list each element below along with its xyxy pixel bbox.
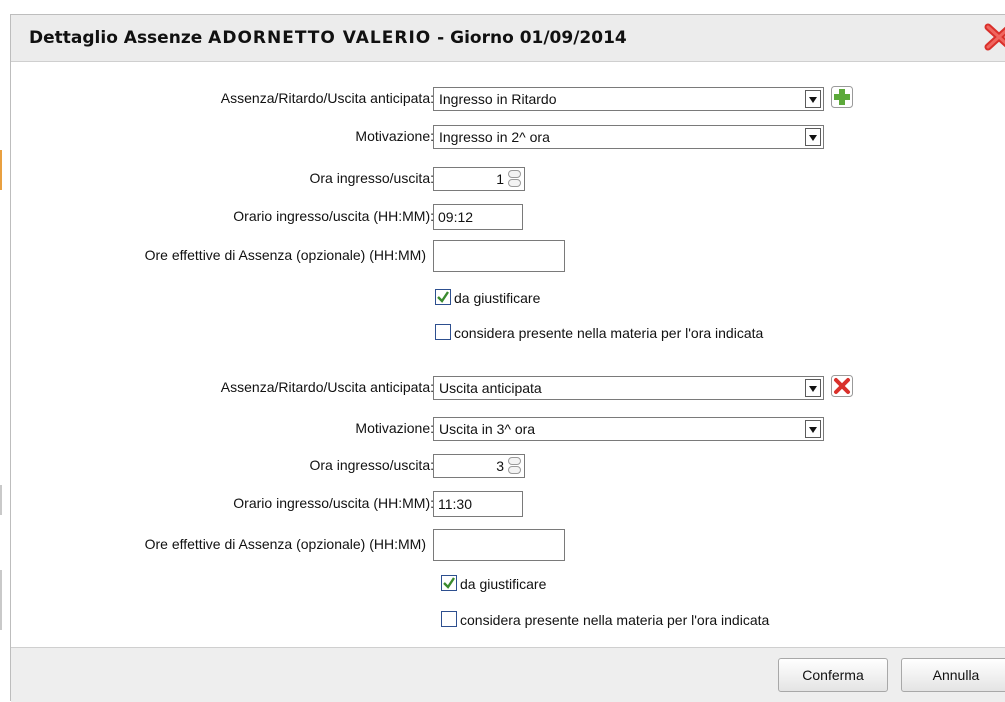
time-field-value: 09:12 — [438, 209, 474, 225]
hour-label: Ora ingresso/uscita: — [309, 170, 435, 186]
time-field[interactable]: 11:30 — [433, 491, 523, 517]
present-label: considera presente nella materia per l'o… — [454, 325, 764, 341]
reason-select[interactable]: Uscita in 3^ ora — [433, 417, 824, 441]
cancel-button[interactable]: Annulla — [901, 658, 1005, 692]
chevron-down-icon[interactable] — [805, 420, 821, 438]
justify-label: da giustificare — [454, 290, 541, 306]
title-student-name: ADORNETTO VALERIO — [208, 28, 432, 48]
add-icon[interactable] — [831, 86, 853, 108]
time-field-value: 11:30 — [438, 496, 472, 512]
type-select[interactable]: Ingresso in Ritardo — [433, 87, 824, 111]
checkmark-icon — [437, 291, 449, 303]
hour-stepper[interactable]: 1 — [433, 167, 525, 191]
stepper-up-icon[interactable] — [508, 170, 521, 178]
reason-label: Motivazione: — [355, 420, 434, 436]
reason-label: Motivazione: — [355, 128, 434, 144]
time-label: Orario ingresso/uscita (HH:MM): — [233, 208, 434, 224]
stepper-down-icon[interactable] — [508, 466, 521, 474]
type-label: Assenza/Ritardo/Uscita anticipata: — [220, 379, 434, 395]
hour-label: Ora ingresso/uscita: — [309, 457, 435, 473]
stepper-up-icon[interactable] — [508, 457, 521, 465]
reason-select[interactable]: Ingresso in 2^ ora — [433, 125, 824, 149]
delete-icon[interactable] — [831, 375, 853, 397]
title-suffix: - Giorno 01/09/2014 — [437, 28, 627, 48]
justify-checkbox[interactable] — [435, 289, 451, 305]
hour-stepper-value: 3 — [496, 458, 504, 474]
effective-field[interactable] — [433, 529, 565, 561]
absence-detail-dialog: Dettaglio Assenze ADORNETTO VALERIO - Gi… — [10, 14, 1005, 702]
background-edge — [0, 570, 2, 630]
justify-label: da giustificare — [460, 576, 547, 592]
chevron-down-icon[interactable] — [805, 90, 821, 108]
close-icon[interactable] — [984, 23, 1005, 51]
type-select-value: Ingresso in Ritardo — [439, 91, 557, 107]
type-label: Assenza/Ritardo/Uscita anticipata: — [220, 90, 434, 106]
present-checkbox[interactable] — [435, 324, 451, 340]
effective-label: Ore effettive di Assenza (opzionale) (HH… — [144, 536, 426, 552]
dialog-title: Dettaglio Assenze ADORNETTO VALERIO - Gi… — [29, 28, 627, 48]
present-checkbox[interactable] — [441, 611, 457, 627]
chevron-down-icon[interactable] — [805, 128, 821, 146]
confirm-button[interactable]: Conferma — [778, 658, 888, 692]
dialog-titlebar: Dettaglio Assenze ADORNETTO VALERIO - Gi… — [11, 15, 1005, 62]
checkmark-icon — [443, 577, 455, 589]
title-prefix: Dettaglio Assenze — [29, 28, 203, 48]
background-edge — [0, 150, 2, 190]
dialog-footer: Conferma Annulla — [11, 647, 1005, 702]
hour-stepper[interactable]: 3 — [433, 454, 525, 478]
reason-select-value: Uscita in 3^ ora — [439, 421, 536, 437]
reason-select-value: Ingresso in 2^ ora — [439, 129, 550, 145]
stepper-down-icon[interactable] — [508, 179, 521, 187]
type-select-value: Uscita anticipata — [439, 380, 542, 396]
present-label: considera presente nella materia per l'o… — [460, 612, 770, 628]
time-field[interactable]: 09:12 — [433, 204, 523, 230]
chevron-down-icon[interactable] — [805, 379, 821, 397]
hour-stepper-value: 1 — [496, 171, 504, 187]
justify-checkbox[interactable] — [441, 575, 457, 591]
effective-label: Ore effettive di Assenza (opzionale) (HH… — [144, 247, 426, 263]
type-select[interactable]: Uscita anticipata — [433, 376, 824, 400]
time-label: Orario ingresso/uscita (HH:MM): — [233, 495, 434, 511]
effective-field[interactable] — [433, 240, 565, 272]
background-edge — [0, 485, 2, 515]
